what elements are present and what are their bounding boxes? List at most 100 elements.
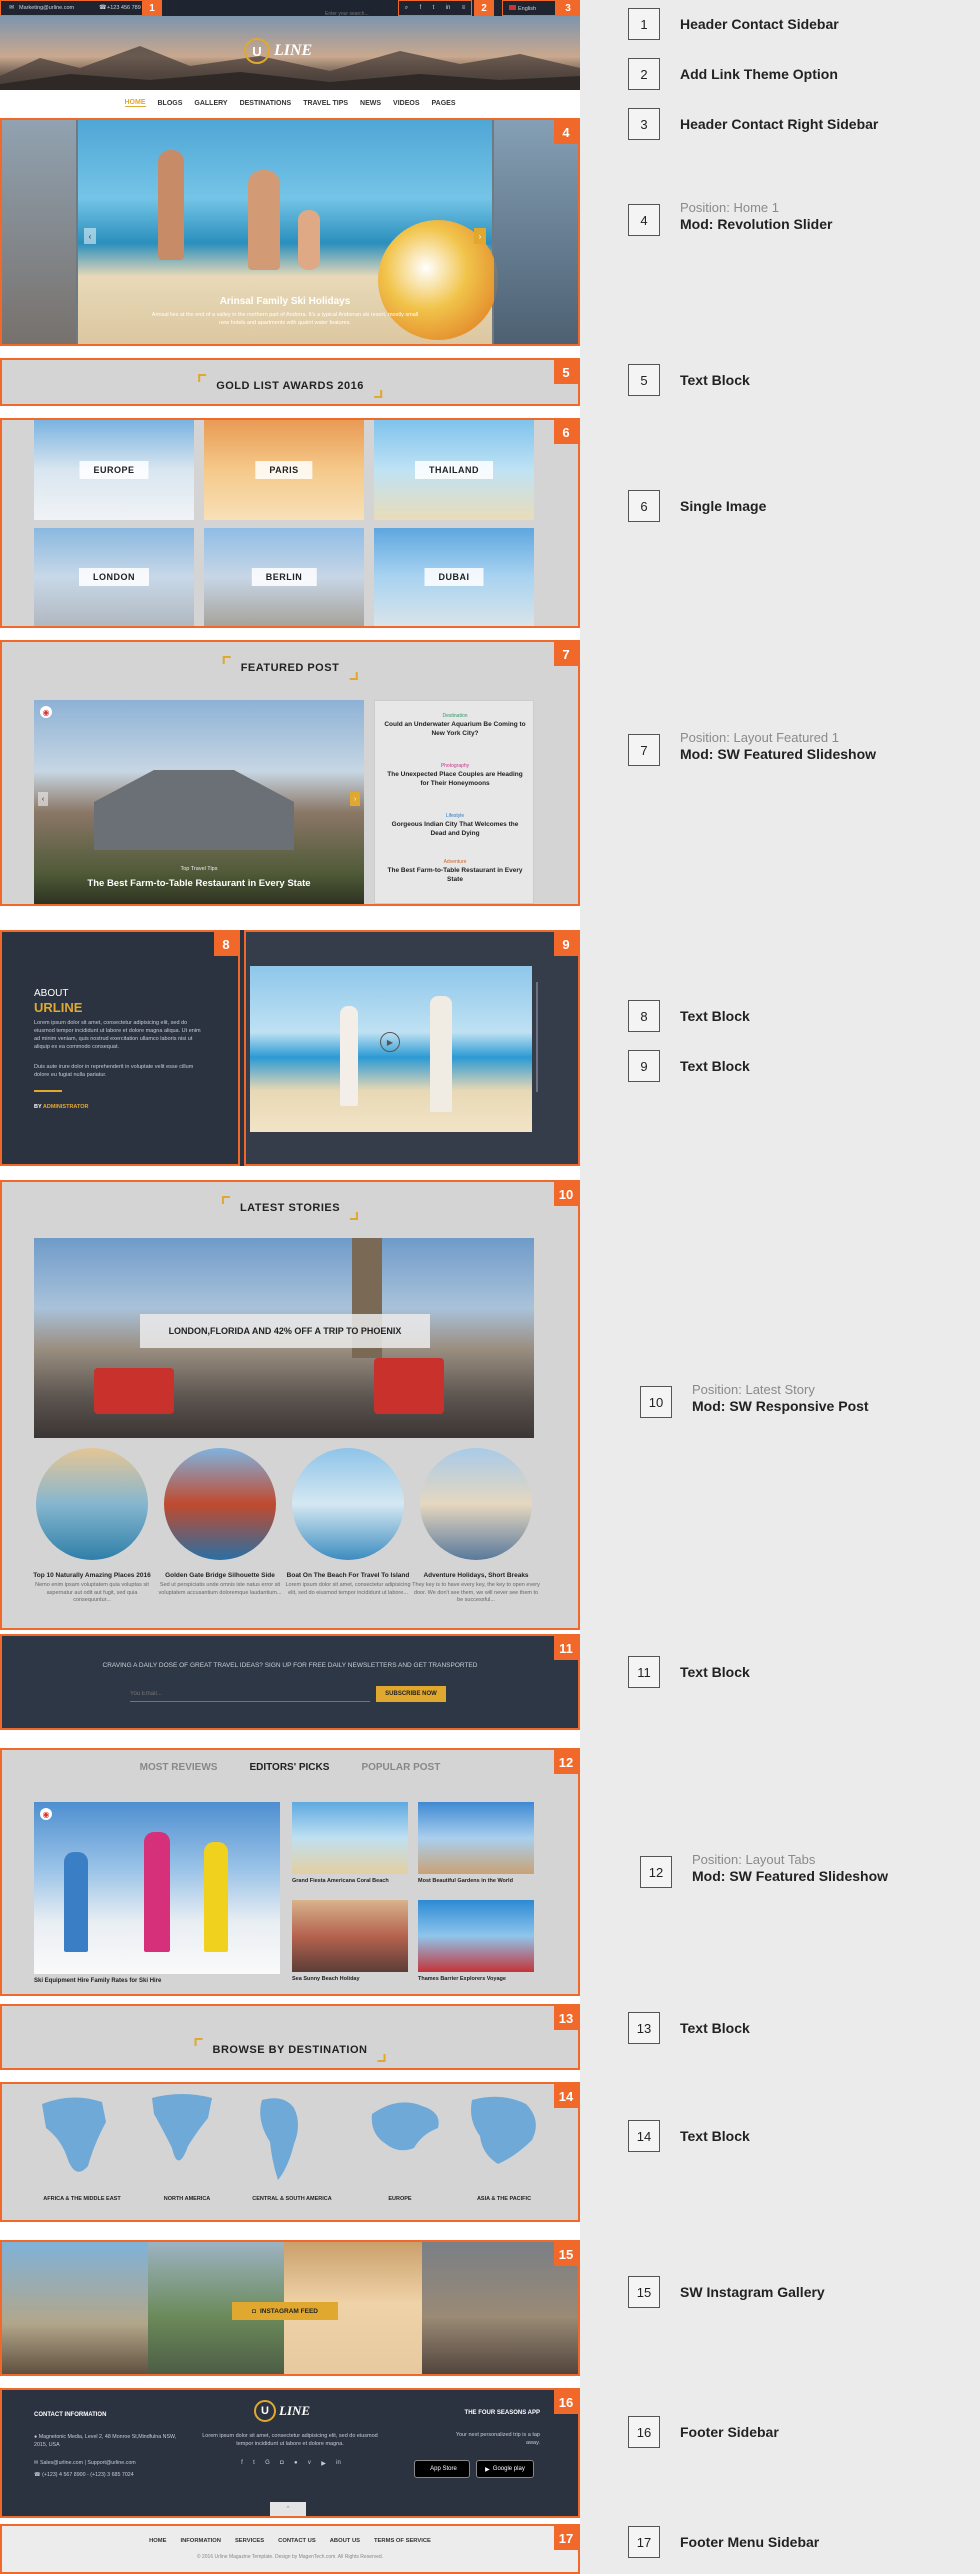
tile-london[interactable]: LONDON <box>34 528 194 626</box>
nav-pages[interactable]: PAGES <box>432 100 456 107</box>
footer-emails-text: Sales@urline.com | Support@urline.com <box>39 2460 136 2466</box>
google-plus-icon[interactable]: G <box>265 2460 270 2467</box>
tab-popular-post[interactable]: POPULAR POST <box>361 1762 440 1773</box>
featured-main-category[interactable]: Top Travel Tips <box>34 866 364 872</box>
region-label[interactable]: ASIA & THE PACIFIC <box>464 2196 544 2202</box>
region-label[interactable]: EUROPE <box>360 2196 440 2202</box>
play-icon[interactable]: ▶ <box>380 1032 400 1052</box>
header-email[interactable]: Marketing@urline.com <box>19 5 74 11</box>
linkedin-icon[interactable]: in <box>336 2460 341 2467</box>
legend-text: Text Block <box>680 1008 750 1024</box>
stories-banner-image[interactable]: LONDON,FLORIDA AND 42% OFF A TRIP TO PHO… <box>34 1238 534 1438</box>
tabs-thumb-title[interactable]: Thames Barrier Explorers Voyage <box>418 1976 534 1982</box>
story-title[interactable]: Boat On The Beach For Travel To Island <box>284 1572 412 1579</box>
nav-home[interactable]: HOME <box>124 99 146 107</box>
facebook-icon[interactable]: f <box>419 5 421 11</box>
tabs-thumb[interactable] <box>292 1900 408 1972</box>
footer-phones[interactable]: ☎ (+123) 4 567 8900 - (+123) 3 685 7024 <box>34 2472 184 2478</box>
about-video-block: ▶ 9 <box>244 930 580 1166</box>
site-logo[interactable]: U LINE <box>244 38 312 64</box>
about-label: ABOUT <box>34 988 69 999</box>
story-thumb[interactable] <box>420 1448 532 1560</box>
nav-travel-tips[interactable]: TRAVEL TIPS <box>303 100 348 107</box>
search-icon[interactable]: ⌕ <box>405 5 408 12</box>
featured-side-item[interactable]: Photography The Unexpected Place Couples… <box>383 763 527 789</box>
region-africa-shape[interactable] <box>42 2097 106 2172</box>
language-selector[interactable]: English <box>502 0 556 16</box>
twitter-icon[interactable]: t <box>433 5 435 11</box>
nav-gallery[interactable]: GALLERY <box>194 100 227 107</box>
tabs-thumb-title[interactable]: Sea Sunny Beach Holiday <box>292 1976 408 1982</box>
footer-menu-item[interactable]: INFORMATION <box>180 2538 220 2544</box>
instagram-photo[interactable] <box>2 2242 148 2374</box>
tile-thailand[interactable]: THAILAND <box>374 420 534 520</box>
featured-main-image[interactable]: ◉ ‹ › Top Travel Tips The Best Farm-to-T… <box>34 700 364 904</box>
header-phone[interactable]: +123 456 789 <box>107 5 141 11</box>
tabs-thumb[interactable] <box>418 1900 534 1972</box>
legend-number: 1 <box>628 8 660 40</box>
footer-menu-item[interactable]: TERMS OF SERVICE <box>374 2538 431 2544</box>
region-asia-shape[interactable] <box>471 2096 536 2164</box>
story-title[interactable]: Top 10 Naturally Amazing Places 2016 <box>28 1572 156 1579</box>
featured-main-title[interactable]: The Best Farm-to-Table Restaurant in Eve… <box>34 878 364 889</box>
region-label[interactable]: CENTRAL & SOUTH AMERICA <box>252 2196 332 2202</box>
footer-menu-item[interactable]: ABOUT US <box>330 2538 360 2544</box>
region-label[interactable]: AFRICA & THE MIDDLE EAST <box>42 2196 122 2202</box>
nav-destinations[interactable]: DESTINATIONS <box>240 100 292 107</box>
tabs-thumb-title[interactable]: Most Beautiful Gardens in the World <box>418 1878 534 1884</box>
footer-menu-item[interactable]: CONTACT US <box>278 2538 316 2544</box>
story-title[interactable]: Adventure Holidays, Short Breaks <box>412 1572 540 1579</box>
back-to-top-button[interactable]: ⌃ <box>270 2502 306 2516</box>
featured-side-item[interactable]: Lifestyle Gorgeous Indian City That Welc… <box>383 813 527 839</box>
about-video-thumb[interactable]: ▶ <box>250 966 532 1132</box>
featured-prev-arrow[interactable]: ‹ <box>38 792 48 806</box>
tab-most-reviews[interactable]: MOST REVIEWS <box>140 1762 218 1773</box>
subscribe-button[interactable]: SUBSCRIBE NOW <box>376 1686 446 1702</box>
tabs-main-image[interactable]: ◉ <box>34 1802 280 1974</box>
tabs-thumb[interactable] <box>292 1802 408 1874</box>
region-label[interactable]: NORTH AMERICA <box>147 2196 227 2202</box>
app-store-button[interactable]: App Store <box>414 2460 470 2478</box>
footer-emails[interactable]: ✉ Sales@urline.com | Support@urline.com <box>34 2460 184 2466</box>
vimeo-icon[interactable]: v <box>308 2460 311 2467</box>
tabs-main-title[interactable]: Ski Equipment Hire Family Rates for Ski … <box>34 1978 161 1984</box>
region-europe-shape[interactable] <box>371 2102 439 2151</box>
story-thumb[interactable] <box>164 1448 276 1560</box>
about-author[interactable]: ADMINISTRATOR <box>43 1104 89 1110</box>
region-south-america-shape[interactable] <box>260 2098 298 2180</box>
slider-prev-arrow[interactable]: ‹ <box>84 228 96 244</box>
tabs-thumb[interactable] <box>418 1802 534 1874</box>
nav-news[interactable]: NEWS <box>360 100 381 107</box>
phone-icon: ☎ <box>99 5 107 11</box>
footer-logo[interactable]: U LINE <box>254 2400 310 2422</box>
tab-editors-picks[interactable]: EDITORS' PICKS <box>249 1762 329 1773</box>
menu-icon[interactable]: ≡ <box>462 5 466 11</box>
facebook-icon[interactable]: f <box>241 2460 243 2467</box>
flickr-icon[interactable]: ● <box>294 2460 298 2467</box>
story-title[interactable]: Golden Gate Bridge Silhouette Side <box>156 1572 284 1579</box>
region-north-america-shape[interactable] <box>152 2094 212 2161</box>
google-play-button[interactable]: ▶ Google play <box>476 2460 534 2478</box>
nav-blogs[interactable]: BLOGS <box>158 100 183 107</box>
newsletter-email-input[interactable] <box>130 1686 370 1702</box>
story-thumb[interactable] <box>36 1448 148 1560</box>
tile-dubai[interactable]: DUBAI <box>374 528 534 626</box>
tile-berlin[interactable]: BERLIN <box>204 528 364 626</box>
featured-side-item[interactable]: Adventure The Best Farm-to-Table Restaur… <box>383 859 527 885</box>
nav-videos[interactable]: VIDEOS <box>393 100 419 107</box>
slider-next-arrow[interactable]: › <box>474 228 486 244</box>
story-thumb[interactable] <box>292 1448 404 1560</box>
instagram-icon[interactable]: ◘ <box>280 2460 284 2467</box>
tile-paris[interactable]: PARIS <box>204 420 364 520</box>
linkedin-icon[interactable]: in <box>446 5 451 11</box>
header-banner: U LINE <box>0 16 580 90</box>
youtube-icon[interactable]: ▶ <box>321 2460 326 2467</box>
tabs-thumb-title[interactable]: Grand Fiesta Americana Coral Beach <box>292 1878 408 1884</box>
footer-menu-item[interactable]: SERVICES <box>235 2538 264 2544</box>
featured-next-arrow[interactable]: › <box>350 792 360 806</box>
featured-side-item[interactable]: Destination Could an Underwater Aquarium… <box>383 713 527 739</box>
tile-europe[interactable]: EUROPE <box>34 420 194 520</box>
instagram-feed-button[interactable]: ◘ INSTAGRAM FEED <box>232 2302 338 2320</box>
twitter-icon[interactable]: t <box>253 2460 255 2467</box>
footer-menu-item[interactable]: HOME <box>149 2538 166 2544</box>
